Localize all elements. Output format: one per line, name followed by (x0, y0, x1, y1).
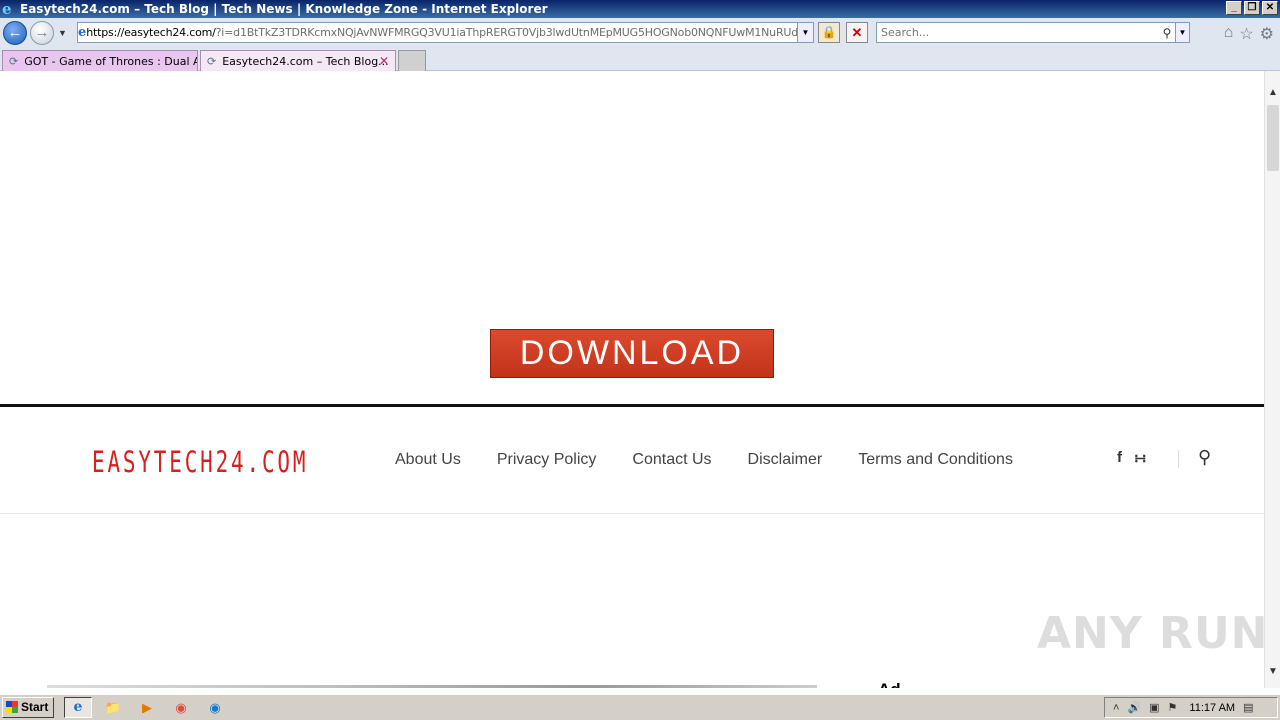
rss-icon[interactable]: ∺ (1134, 449, 1147, 467)
scroll-up-icon[interactable]: ▲ (1265, 85, 1280, 101)
site-logo[interactable]: EASYTECH24.COM (92, 445, 308, 479)
close-button[interactable]: ✕ (1262, 1, 1278, 15)
menu-about-us[interactable]: About Us (395, 451, 461, 469)
tab-easytech24[interactable]: ⟳ Easytech24.com – Tech Blog... ✕ (200, 50, 396, 71)
action-center-flag-icon[interactable]: ⚑ (1168, 701, 1178, 714)
tab-label: Easytech24.com – Tech Blog... (222, 54, 389, 68)
loading-spinner-icon: ⟳ (9, 54, 19, 68)
restore-button[interactable]: ❐ (1244, 1, 1260, 15)
header-divider (0, 404, 1264, 407)
system-tray: ˄ 🔊 ▣ ⚑ 11:17 AM ▤ (1104, 697, 1278, 718)
download-button[interactable]: DOWNLOAD (490, 329, 774, 378)
home-icon[interactable]: ⌂ (1224, 24, 1234, 44)
site-search-icon[interactable]: ⚲ (1198, 447, 1211, 468)
back-button[interactable]: ← (3, 21, 27, 45)
ie-window: e Easytech24.com – Tech Blog | Tech News… (0, 0, 1280, 720)
lock-icon[interactable]: 🔒 (818, 22, 840, 43)
featured-image[interactable] (47, 685, 817, 688)
tab-close-icon[interactable]: ✕ (379, 54, 389, 68)
menu-terms-and-conditions[interactable]: Terms and Conditions (858, 451, 1013, 469)
gear-icon[interactable]: ⚙ (1260, 24, 1274, 44)
forward-button[interactable]: → (30, 21, 54, 45)
loading-spinner-icon: ⟳ (207, 54, 217, 68)
stop-button[interactable]: ✕ (846, 22, 868, 43)
media-player-icon[interactable]: ▶ (138, 699, 156, 716)
window-controls: _ ❐ ✕ (1226, 1, 1278, 15)
social-separator (1178, 450, 1179, 468)
navigation-bar: ← → ▼ e https://easytech24.com/?i=d1BtTk… (0, 18, 1280, 48)
tab-bar: ⟳ GOT - Game of Thrones : Dual A... ⟳ Ea… (0, 48, 1280, 71)
start-label: Start (21, 700, 49, 714)
network-icon[interactable]: ▣ (1149, 701, 1159, 714)
menu-contact-us[interactable]: Contact Us (632, 451, 711, 469)
show-desktop-icon[interactable]: ▤ (1243, 701, 1253, 714)
anyrun-watermark: ANY RUN (1037, 608, 1264, 659)
address-bar[interactable]: e https://easytech24.com/?i=d1BtTkZ3TDRK… (77, 22, 814, 43)
scroll-thumb[interactable] (1267, 105, 1279, 171)
taskbar-ie-icon[interactable]: e (64, 697, 92, 718)
taskbar: Start e 📁 ▶ ◉ ◉ ˄ 🔊 ▣ ⚑ 11:17 AM ▤ (0, 694, 1280, 720)
start-button[interactable]: Start (2, 697, 54, 718)
menu-disclaimer[interactable]: Disclaimer (748, 451, 823, 469)
edge-icon[interactable]: ◉ (206, 699, 224, 716)
history-dropdown-icon[interactable]: ▼ (58, 28, 67, 38)
nav-bottom-border (0, 513, 1264, 514)
search-dropdown-icon[interactable]: ▼ (1175, 23, 1189, 42)
ad-label: Ad (878, 680, 901, 688)
main-menu: About Us Privacy Policy Contact Us Discl… (395, 451, 1049, 469)
search-input[interactable] (877, 26, 1159, 39)
menu-privacy-policy[interactable]: Privacy Policy (497, 451, 597, 469)
toolbar-icons: ⌂ ☆ ⚙ (1224, 24, 1274, 44)
title-bar: e Easytech24.com – Tech Blog | Tech News… (0, 0, 1280, 18)
ie-logo-icon: e (2, 0, 12, 18)
search-box[interactable]: ⚲ ▼ (876, 22, 1190, 43)
address-url[interactable]: https://easytech24.com/?i=d1BtTkZ3TDRKcm… (86, 26, 814, 39)
social-links: f ∺ (1117, 449, 1147, 467)
url-query: ?i=d1BtTkZ3TDRKcmxNQjAvNWFMRGQ3VU1iaThpR… (215, 26, 814, 39)
volume-icon[interactable]: 🔊 (1127, 701, 1141, 714)
window-title: Easytech24.com – Tech Blog | Tech News |… (20, 2, 548, 16)
facebook-icon[interactable]: f (1117, 449, 1122, 467)
vertical-scrollbar[interactable]: ▲ ▼ (1264, 71, 1280, 688)
tray-expand-icon[interactable]: ˄ (1113, 702, 1119, 714)
favorites-star-icon[interactable]: ☆ (1239, 24, 1253, 44)
page-ie-icon: e (78, 25, 87, 40)
scroll-down-icon[interactable]: ▼ (1265, 664, 1280, 680)
minimize-button[interactable]: _ (1226, 1, 1242, 15)
new-tab-button[interactable] (398, 50, 426, 71)
search-icon[interactable]: ⚲ (1159, 26, 1175, 40)
address-dropdown-icon[interactable]: ▼ (797, 23, 813, 42)
page-content: DOWNLOAD EASYTECH24.COM About Us Privacy… (0, 71, 1264, 688)
url-host: https://easytech24.com/ (86, 26, 216, 39)
chrome-icon[interactable]: ◉ (172, 699, 190, 716)
windows-flag-icon (6, 701, 18, 713)
clock[interactable]: 11:17 AM (1189, 702, 1235, 714)
explorer-folder-icon[interactable]: 📁 (104, 699, 122, 716)
tab-got[interactable]: ⟳ GOT - Game of Thrones : Dual A... (2, 50, 198, 71)
tab-label: GOT - Game of Thrones : Dual A... (24, 54, 198, 68)
